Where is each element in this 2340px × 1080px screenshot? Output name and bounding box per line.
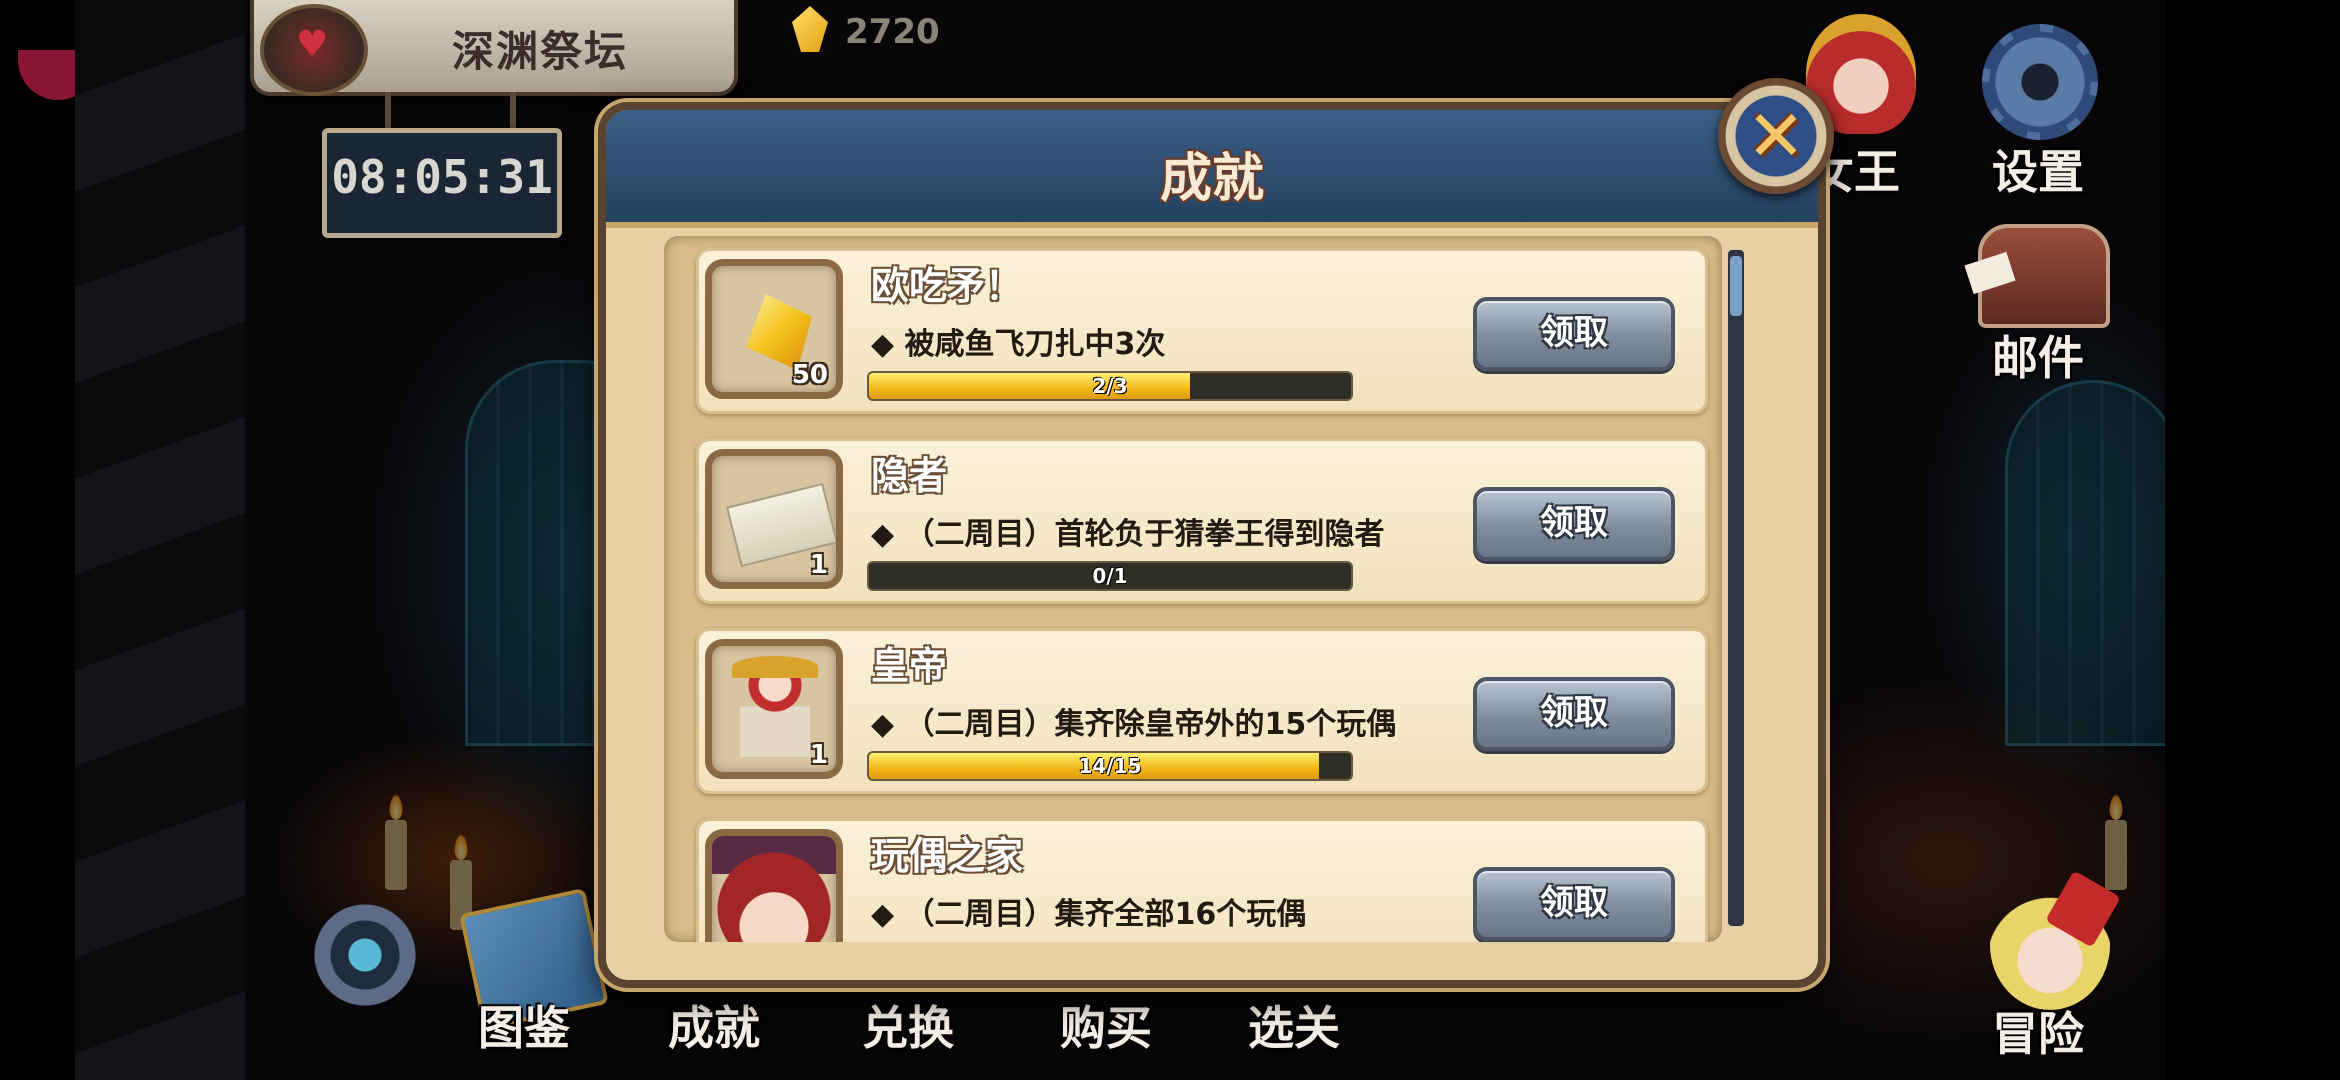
- heart-emblem-icon: [260, 4, 368, 96]
- achievement-title: 玩偶之家: [871, 834, 1024, 878]
- progress-bar: 2/3: [867, 371, 1353, 401]
- achievement-card: 50 欧吃矛！ ◆ 被咸鱼飞刀扎中3次 2/3 领取: [696, 248, 1708, 414]
- reward-slot: 1: [705, 639, 843, 779]
- claim-button[interactable]: 领取: [1473, 487, 1675, 561]
- achievement-card: 1 隐者 ◆ （二周目）首轮负于猜拳王得到隐者 0/1 领取: [696, 438, 1708, 604]
- modal-title: 成就: [1159, 149, 1264, 209]
- left-black-bar: [0, 0, 75, 1080]
- gem-count: 2720: [845, 12, 940, 52]
- chain: [385, 92, 391, 128]
- achievement-title: 欧吃矛！: [871, 264, 1024, 308]
- achievement-list[interactable]: 50 欧吃矛！ ◆ 被咸鱼飞刀扎中3次 2/3 领取 1 隐者 ◆ （二周目）首…: [664, 236, 1722, 942]
- progress-bar: 14/15: [867, 751, 1353, 781]
- location-title: 深渊祭坛: [451, 27, 628, 76]
- doll-girl-icon: [712, 836, 836, 942]
- background-stripe: [75, 0, 245, 1080]
- reward-count: 1: [809, 740, 828, 770]
- timer-value: 08:05:31: [331, 150, 553, 204]
- reward-slot: 50: [705, 259, 843, 399]
- achievement-description: ◆ 被咸鱼飞刀扎中3次: [871, 327, 1166, 362]
- bottom-item-purchase[interactable]: 购买: [1060, 992, 1152, 1058]
- reward-slot: 1: [705, 449, 843, 589]
- scrollbar[interactable]: [1728, 250, 1744, 926]
- bottom-item-exchange[interactable]: 兑换: [862, 992, 954, 1058]
- progress-text: 0/1: [1092, 564, 1128, 588]
- compass-icon[interactable]: [310, 900, 420, 1010]
- achievement-card: 1 皇帝 ◆ （二周目）集齐除皇帝外的15个玩偶 14/15 领取: [696, 628, 1708, 794]
- adventure-label[interactable]: 冒险: [1992, 998, 2084, 1064]
- claim-button[interactable]: 领取: [1473, 867, 1675, 941]
- mailbox-icon[interactable]: [1978, 224, 2110, 328]
- reward-count: 1: [809, 550, 828, 580]
- progress-text: 14/15: [1078, 754, 1142, 778]
- claim-button[interactable]: 领取: [1473, 297, 1675, 371]
- achievement-title: 隐者: [871, 454, 948, 498]
- settings-gear-icon[interactable]: [1982, 24, 2098, 140]
- reward-slot: [705, 829, 843, 942]
- achievement-description: ◆ （二周目）集齐全部16个玩偶: [871, 897, 1307, 932]
- chain: [510, 92, 516, 128]
- progress-bar: 0/1: [867, 561, 1353, 591]
- achievement-description: ◆ （二周目）集齐除皇帝外的15个玩偶: [871, 707, 1397, 742]
- bottom-item-level-select[interactable]: 选关: [1248, 992, 1340, 1058]
- crystal-icon: [746, 294, 812, 370]
- right-black-bar: [2165, 0, 2340, 1080]
- reward-count: 50: [791, 360, 828, 390]
- emperor-doll-icon: [732, 656, 818, 768]
- close-icon[interactable]: ✕: [1718, 78, 1834, 194]
- bottom-item-codex[interactable]: 图鉴: [478, 992, 570, 1058]
- adventure-icon[interactable]: [1990, 880, 2110, 1010]
- scrollbar-thumb[interactable]: [1730, 256, 1742, 316]
- progress-text: 2/3: [1092, 374, 1128, 398]
- claim-button[interactable]: 领取: [1473, 677, 1675, 751]
- achievement-title: 皇帝: [871, 644, 948, 688]
- settings-label[interactable]: 设置: [1992, 136, 2084, 202]
- achievements-modal: 成就 50 欧吃矛！ ◆ 被咸鱼飞刀扎中3次 2/3 领取 1 隐者 ◆ （二周…: [598, 102, 1826, 988]
- achievement-description: ◆ （二周目）首轮负于猜拳王得到隐者: [871, 517, 1385, 552]
- bottom-item-achievements[interactable]: 成就: [668, 992, 760, 1058]
- achievement-card: 玩偶之家 ◆ （二周目）集齐全部16个玩偶 领取: [696, 818, 1708, 942]
- mail-label[interactable]: 邮件: [1992, 322, 2084, 388]
- modal-header: 成就: [606, 110, 1818, 228]
